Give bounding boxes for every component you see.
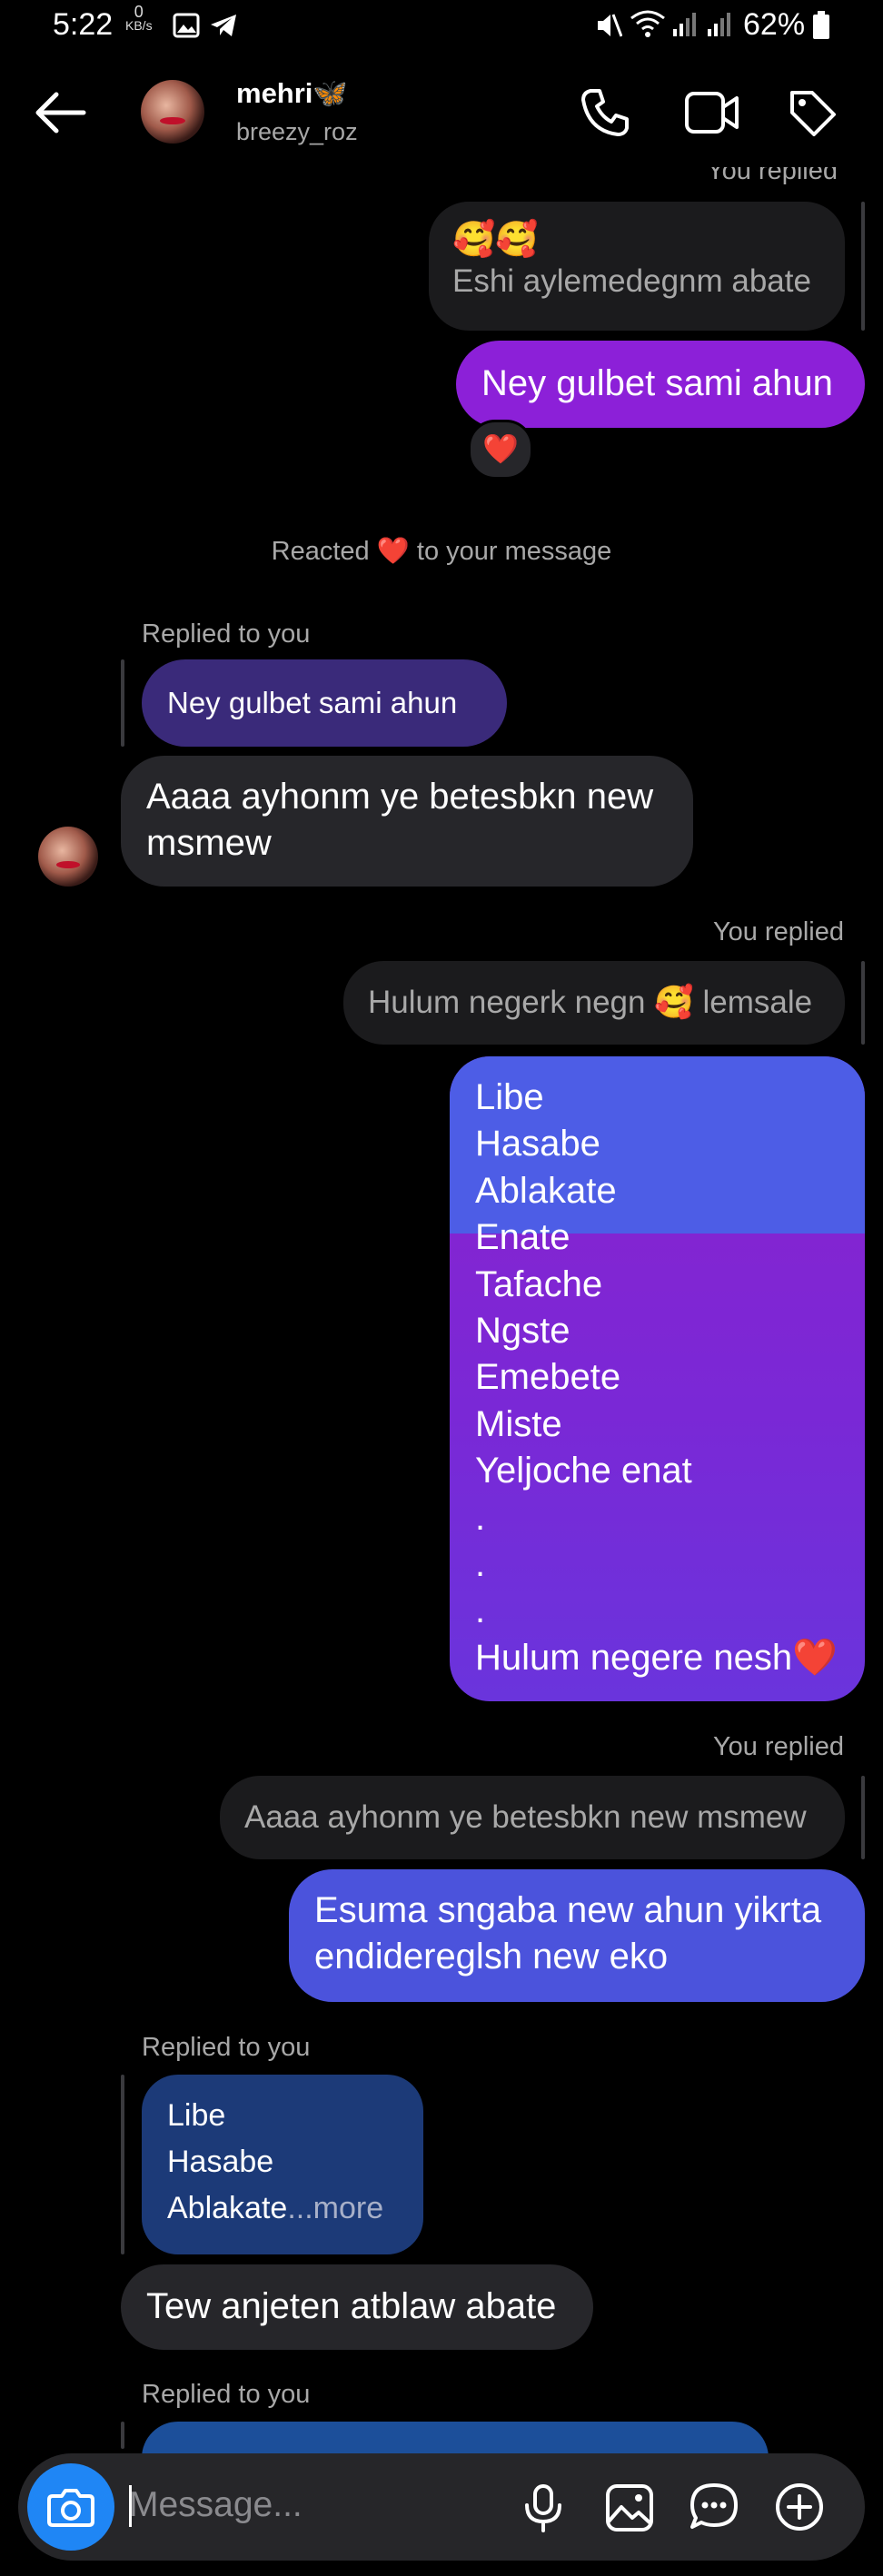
signal-icon-2 <box>707 11 734 43</box>
wifi-icon <box>630 9 666 43</box>
replied-to-you-label: Replied to you <box>142 2033 311 2062</box>
heart-reaction[interactable]: ❤️ <box>468 420 533 480</box>
their-quoted-message-partial[interactable] <box>142 2422 769 2458</box>
quote-bar <box>121 2422 124 2449</box>
more-link[interactable]: ...more <box>287 2191 383 2225</box>
list-lines: Libe Hasabe Ablakate Enate Tafache Ngste Emebe… <box>475 1075 838 1681</box>
quoted-text: Eshi aylemedegnm abate <box>452 263 811 299</box>
list-line: Hasabe <box>475 1124 600 1164</box>
quote-bar <box>121 659 124 747</box>
list-line: Hulum negere nesh❤️ <box>475 1637 838 1678</box>
sender-avatar[interactable] <box>38 827 98 887</box>
gallery-icon[interactable] <box>605 2483 654 2537</box>
network-speed-unit: KB/s <box>125 18 153 33</box>
contact-username[interactable]: breezy_roz <box>236 118 358 146</box>
their-message-line-2: msmew <box>146 823 272 863</box>
their-message[interactable]: Tew anjeten atblaw abate <box>121 2264 593 2350</box>
contact-name[interactable]: mehri🦋 <box>236 76 348 110</box>
microphone-icon[interactable] <box>520 2483 567 2537</box>
quote-bar <box>121 2075 124 2254</box>
my-list-message[interactable]: Libe Hasabe Ablakate Enate Tafache Ngste Emebe… <box>450 1056 865 1701</box>
phone-call-icon[interactable] <box>580 87 630 143</box>
battery-percent: 62% <box>743 7 806 42</box>
list-line: Libe <box>475 1077 544 1117</box>
you-replied-label: You replied <box>706 156 838 185</box>
replied-to-you-label: Replied to you <box>142 619 311 649</box>
status-time: 5:22 <box>53 7 114 42</box>
their-quoted-list[interactable]: Libe Hasabe Ablakate...more <box>142 2075 423 2254</box>
you-replied-label: You replied <box>712 917 844 946</box>
list-line: Yeljoche enat <box>475 1451 692 1491</box>
their-message[interactable]: Aaaa ayhonm ye betesbkn new msmew <box>121 756 693 887</box>
list-line: Ngste <box>475 1311 570 1352</box>
gallery-notification-icon <box>173 13 200 43</box>
list-line: . <box>475 1590 486 1631</box>
camera-button[interactable] <box>27 2463 114 2551</box>
quoted-message[interactable]: 🥰🥰 Eshi aylemedegnm abate <box>429 202 845 331</box>
quoted-message[interactable]: Aaaa ayhonm ye betesbkn new msmew <box>220 1776 845 1859</box>
my-message-line-1: Esuma sngaba new ahun yikrta <box>314 1890 822 1930</box>
video-call-icon[interactable] <box>684 91 740 139</box>
quoted-message[interactable]: Hulum negerk negn 🥰 lemsale <box>343 961 845 1045</box>
sticker-chat-icon[interactable] <box>689 2482 739 2537</box>
my-message[interactable]: Esuma sngaba new ahun yikrta endideregls… <box>289 1869 865 2002</box>
quote-bar <box>861 961 865 1045</box>
list-line: Miste <box>475 1403 562 1444</box>
list-line: Enate <box>475 1217 570 1258</box>
reaction-notice-heart: ❤️ <box>376 537 410 566</box>
quoted-emojis: 🥰🥰 <box>452 221 539 259</box>
replied-to-you-label: Replied to you <box>142 2380 311 2409</box>
quoted-line-1: Libe <box>167 2098 226 2133</box>
list-line: Tafache <box>475 1263 603 1304</box>
mute-icon <box>595 11 623 45</box>
quoted-line-3: Ablakate <box>167 2191 288 2225</box>
reaction-notice: Reacted ❤️ to your message <box>0 536 883 567</box>
quote-bar <box>861 202 865 331</box>
reaction-notice-post: to your message <box>416 537 612 566</box>
their-quoted-message[interactable]: Ney gulbet sami ahun <box>142 659 507 747</box>
back-arrow-icon[interactable] <box>33 91 87 139</box>
quote-bar <box>861 1776 865 1859</box>
battery-icon <box>812 11 830 45</box>
list-line: Emebete <box>475 1357 621 1398</box>
list-line: . <box>475 1544 486 1585</box>
signal-icon-1 <box>672 11 699 43</box>
network-speed: 0 KB/s <box>125 3 153 33</box>
list-line: Ablakate <box>475 1170 617 1211</box>
camera-icon <box>47 2489 94 2527</box>
message-input[interactable]: Message... <box>129 2485 303 2525</box>
telegram-notification-icon <box>209 13 238 43</box>
network-speed-value: 0 <box>134 3 144 21</box>
contact-avatar[interactable] <box>141 80 204 144</box>
my-message[interactable]: Ney gulbet sami ahun <box>456 341 865 428</box>
add-icon[interactable] <box>774 2482 825 2537</box>
quoted-line-2: Hasabe <box>167 2145 274 2179</box>
list-line: . <box>475 1497 486 1538</box>
my-message-line-2: endidereglsh new eko <box>314 1937 669 1977</box>
you-replied-label: You replied <box>712 1732 844 1761</box>
reaction-notice-pre: Reacted <box>271 537 370 566</box>
tag-icon[interactable] <box>787 87 838 143</box>
their-message-line-1: Aaaa ayhonm ye betesbkn new <box>146 777 654 817</box>
